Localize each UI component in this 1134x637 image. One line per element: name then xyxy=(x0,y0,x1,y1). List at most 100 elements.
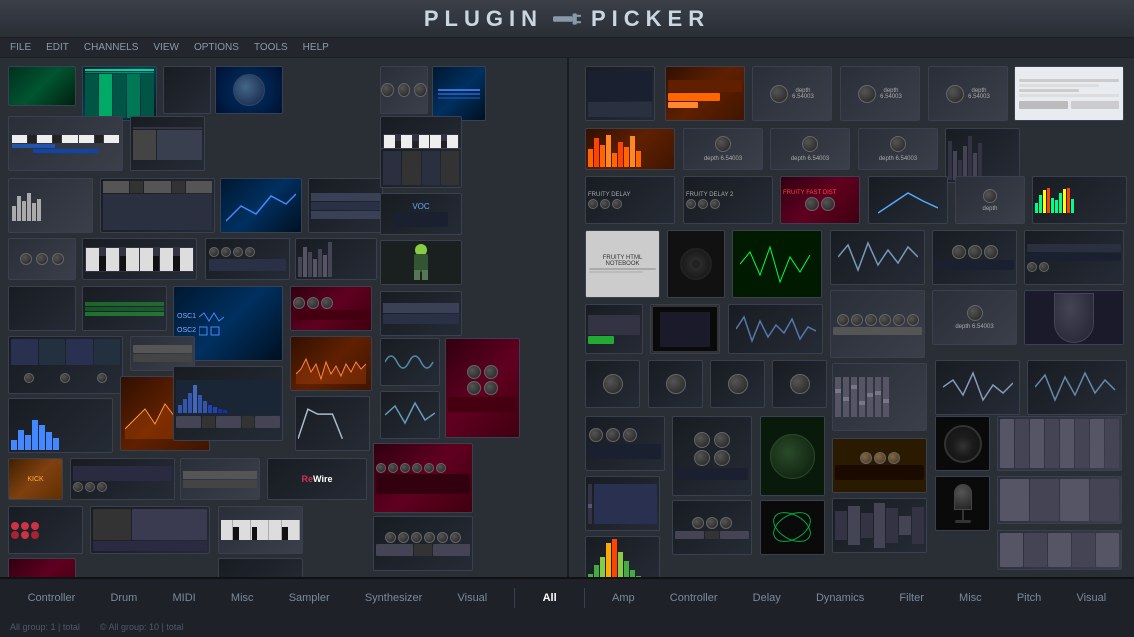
tab-all[interactable]: All xyxy=(535,588,565,608)
plugin-bassdrum[interactable] xyxy=(290,286,372,331)
plugin-massive[interactable] xyxy=(373,443,473,513)
plugin-piano2[interactable] xyxy=(218,506,303,554)
plugin-white-panel[interactable] xyxy=(1014,66,1124,121)
plugin-organ[interactable] xyxy=(295,238,377,280)
plugin-spectrum[interactable] xyxy=(8,398,113,453)
plugin-knob1[interactable]: depth6.54003 xyxy=(752,66,832,121)
plugin-rewire[interactable]: ReWire xyxy=(267,458,367,500)
plugin-wave-canvas[interactable] xyxy=(1027,360,1127,415)
menu-channels[interactable]: CHANNELS xyxy=(84,42,138,53)
plugin-microphone[interactable] xyxy=(935,476,990,531)
tab-visual-right[interactable]: Visual xyxy=(1068,588,1114,608)
tab-sampler[interactable]: Sampler xyxy=(281,588,338,608)
plugin-pad[interactable] xyxy=(8,286,76,331)
plugin-tv-screen[interactable] xyxy=(650,304,720,354)
plugin-kontakt[interactable] xyxy=(90,506,210,554)
plugin-mini-knob3[interactable] xyxy=(710,360,765,408)
plugin-strip-panel[interactable] xyxy=(997,476,1122,524)
plugin-bit-rate[interactable] xyxy=(1032,176,1127,224)
plugin-compressor[interactable] xyxy=(830,290,925,358)
plugin-stereo-shaper[interactable] xyxy=(935,360,1020,415)
plugin-waveform2[interactable] xyxy=(380,391,440,439)
plugin-resampler[interactable] xyxy=(180,458,260,500)
menu-view[interactable]: VIEW xyxy=(153,42,179,53)
plugin-filter-knobs[interactable] xyxy=(672,416,752,496)
tab-delay[interactable]: Delay xyxy=(745,588,789,608)
plugin-threshold[interactable] xyxy=(932,230,1017,285)
plugin-guitar[interactable] xyxy=(432,66,486,121)
plugin-knob3[interactable]: depth6.54003 xyxy=(928,66,1008,121)
plugin-mixer-panel[interactable] xyxy=(997,416,1122,471)
plugin-speaker[interactable] xyxy=(935,416,990,471)
tab-pitch[interactable]: Pitch xyxy=(1009,588,1049,608)
plugin-sampler[interactable] xyxy=(130,116,205,171)
plugin-sylenth[interactable] xyxy=(373,516,473,571)
plugin-mixer-faders[interactable] xyxy=(832,363,927,431)
plugin-wave[interactable] xyxy=(380,338,440,386)
plugin-arpeggiator[interactable] xyxy=(100,178,215,233)
plugin-synth-panel[interactable] xyxy=(672,500,752,555)
plugin-circle-pad[interactable] xyxy=(760,416,825,496)
plugin-vintage-amp[interactable] xyxy=(832,438,927,493)
plugin-mini-knob4[interactable] xyxy=(772,360,827,408)
plugin-cup-shape[interactable] xyxy=(1024,290,1124,345)
plugin-vocalizer[interactable]: VOC xyxy=(380,193,462,235)
plugin-synth[interactable] xyxy=(205,238,290,280)
plugin-chord[interactable] xyxy=(82,286,167,331)
tab-synthesizer[interactable]: Synthesizer xyxy=(357,588,430,608)
plugin-spectroman[interactable] xyxy=(215,66,283,114)
tab-misc-left[interactable]: Misc xyxy=(223,588,262,608)
plugin-mini-knob1[interactable] xyxy=(585,360,640,408)
plugin-synth-knobs[interactable] xyxy=(380,66,428,114)
plugin-bit-crusher[interactable] xyxy=(945,128,1020,183)
plugin-equalizer2[interactable] xyxy=(832,498,927,553)
tab-midi[interactable]: MIDI xyxy=(165,588,204,608)
plugin-peaks[interactable] xyxy=(585,128,675,170)
plugin-scope[interactable] xyxy=(732,230,822,298)
plugin-toxic[interactable] xyxy=(445,338,520,438)
plugin-fastdist[interactable]: FRUITY FAST DIST xyxy=(780,176,860,224)
plugin-depth2[interactable]: depth 6.54003 xyxy=(770,128,850,170)
plugin-effects2[interactable] xyxy=(8,506,83,554)
plugin-lissajous[interactable] xyxy=(760,500,825,555)
plugin-amp-sim[interactable] xyxy=(585,66,655,121)
tab-drum[interactable]: Drum xyxy=(102,588,145,608)
plugin-param1[interactable] xyxy=(585,304,643,354)
menu-help[interactable]: HELP xyxy=(303,42,329,53)
plugin-step-sequencer[interactable] xyxy=(8,66,76,106)
plugin-html-notebook[interactable]: FRUITY HTMLNOTEBOOK xyxy=(585,230,660,298)
plugin-waveform3[interactable] xyxy=(830,230,925,285)
plugin-knob-panel[interactable]: depth xyxy=(955,176,1025,224)
plugin-nexus[interactable] xyxy=(70,458,175,500)
plugin-slicex[interactable] xyxy=(290,336,372,391)
plugin-mixer[interactable] xyxy=(82,66,157,121)
tab-filter[interactable]: Filter xyxy=(891,588,931,608)
plugin-fruity-peak[interactable] xyxy=(665,66,745,121)
plugin-disk[interactable] xyxy=(667,230,725,298)
plugin-mixer2[interactable] xyxy=(380,148,462,188)
plugin-waveform4[interactable] xyxy=(728,304,823,354)
plugin-amp-rack[interactable] xyxy=(585,416,665,471)
menu-file[interactable]: FILE xyxy=(10,42,31,53)
plugin-envelope[interactable] xyxy=(295,396,370,451)
plugin-pattern[interactable] xyxy=(308,178,383,233)
plugin-pitch-shift[interactable] xyxy=(1024,230,1124,285)
tab-controller-left[interactable]: Controller xyxy=(20,588,84,608)
tab-dynamics[interactable]: Dynamics xyxy=(808,588,872,608)
tab-visual-left[interactable]: Visual xyxy=(449,588,495,608)
tab-controller-right[interactable]: Controller xyxy=(662,588,726,608)
plugin-fruity-kick[interactable]: KICK xyxy=(8,458,63,500)
tab-amp[interactable]: Amp xyxy=(604,588,643,608)
menu-tools[interactable]: TOOLS xyxy=(254,42,288,53)
plugin-fruity-delay2[interactable]: FRUITY DELAY 2 xyxy=(683,176,773,224)
plugin-pattern2[interactable] xyxy=(380,291,462,336)
plugin-dynamics[interactable] xyxy=(868,176,948,224)
plugin-automation[interactable] xyxy=(220,178,302,233)
plugin-anime-girl[interactable] xyxy=(380,240,462,285)
plugin-effects[interactable] xyxy=(8,238,76,280)
plugin-sytrus[interactable] xyxy=(8,336,123,394)
plugin-output-panel[interactable] xyxy=(997,530,1122,570)
plugin-mini-knob2[interactable] xyxy=(648,360,703,408)
plugin-harmor[interactable] xyxy=(173,366,283,441)
menu-edit[interactable]: EDIT xyxy=(46,42,69,53)
